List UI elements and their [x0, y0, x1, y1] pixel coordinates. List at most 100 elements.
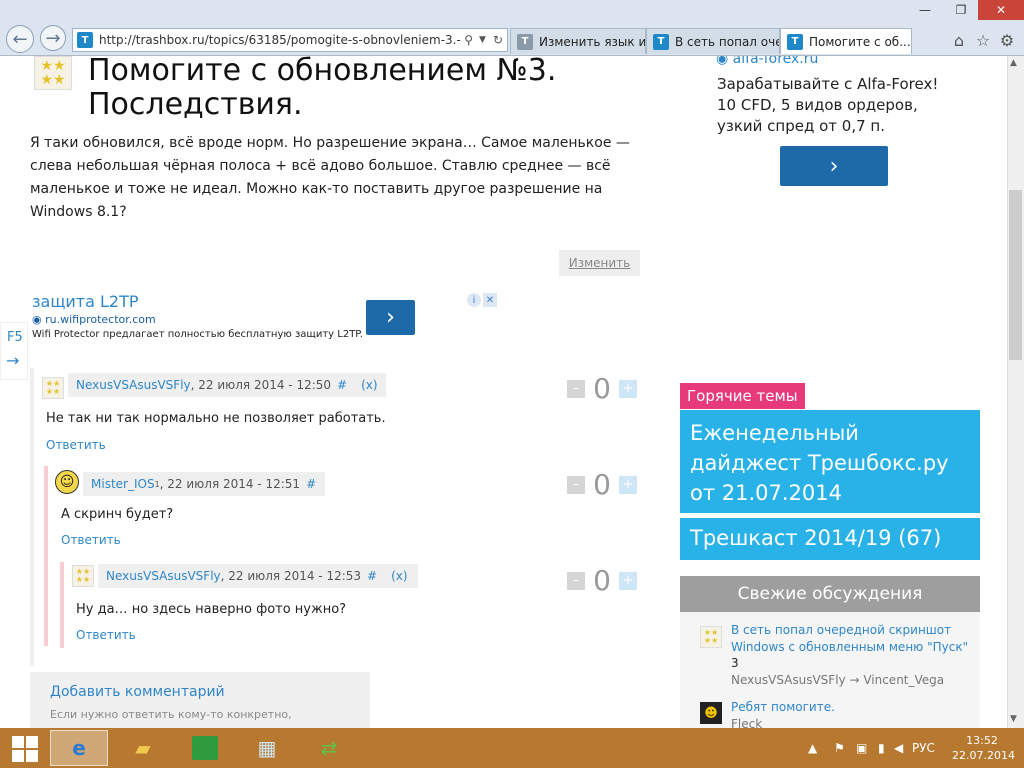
forward-icon: → — [45, 27, 61, 49]
comment-delete[interactable]: (x) — [391, 569, 407, 583]
tab-favicon: T — [653, 33, 669, 50]
sync-app-icon[interactable]: ⇄ — [300, 730, 358, 766]
f5-label[interactable]: F5 — [7, 330, 23, 345]
hot-topic-item[interactable]: Трешкаст 2014/19 (67) — [680, 518, 980, 560]
refresh-icon[interactable]: ↻ — [489, 33, 507, 47]
ad-go-button[interactable]: › — [366, 300, 415, 335]
comment-author[interactable]: NexusVSAsusVSFly — [76, 378, 191, 392]
close-window-button[interactable]: ✕ — [978, 0, 1024, 20]
fresh-item-title[interactable]: Ребят помогите. — [731, 699, 835, 716]
fresh-item-count: 3 — [731, 656, 739, 670]
tab-1[interactable]: T Изменить язык и... — [510, 28, 646, 54]
tab-favicon: T — [787, 33, 803, 50]
ad-url[interactable]: ◉ ru.wifiprotector.com — [32, 313, 156, 326]
ad-title[interactable]: защита L2TP — [32, 292, 139, 311]
forward-button[interactable]: → — [40, 25, 66, 51]
control-panel-icon[interactable]: ▦ — [238, 730, 296, 766]
url-text: http://trashbox.ru/topics/63185/pomogite… — [99, 33, 462, 47]
file-explorer-icon[interactable]: ▰ — [114, 730, 172, 766]
tray-app-icon[interactable]: ▣ — [856, 741, 867, 755]
arrow-right-icon[interactable]: → — [6, 351, 19, 370]
vote-up-button[interactable]: + — [619, 379, 637, 398]
ad-url-text[interactable]: ru.wifiprotector.com — [45, 313, 156, 326]
windows-store-icon[interactable] — [176, 730, 234, 766]
hot-topic-item[interactable]: Еженедельный дайджест Трешбокс.ру от 21.… — [680, 413, 980, 513]
comment-author[interactable]: NexusVSAsusVSFly — [106, 569, 221, 583]
info-icon[interactable]: i — [467, 293, 481, 307]
right-ad-line: Зарабатывайте с Alfa-Forex! — [717, 75, 939, 93]
back-button[interactable]: ← — [6, 25, 34, 53]
scroll-up-icon[interactable]: ▲ — [1010, 58, 1017, 68]
tab-favicon: T — [517, 33, 533, 50]
address-bar[interactable]: T http://trashbox.ru/topics/63185/pomogi… — [72, 28, 508, 52]
vote-score: 0 — [593, 372, 611, 405]
reply-link[interactable]: Ответить — [61, 533, 121, 547]
settings-gear-icon[interactable]: ⚙ — [996, 30, 1018, 50]
language-indicator[interactable]: РУС — [912, 741, 935, 755]
clock[interactable]: 13:52 22.07.2014 — [952, 733, 1015, 763]
right-ad-go-button[interactable]: › — [780, 146, 888, 186]
clock-date: 22.07.2014 — [952, 749, 1015, 762]
comment-permalink[interactable]: # — [337, 378, 347, 392]
side-refresh-nav[interactable]: F5 → — [0, 322, 28, 380]
ad-choices[interactable]: i ✕ — [467, 293, 497, 307]
windows-start-icon[interactable] — [12, 736, 38, 762]
page-content: ★★ ★★ Помогите с обновлением №3. Последст… — [0, 56, 1007, 728]
ad-description: Wifi Protector предлагает полностью бесп… — [32, 329, 363, 340]
vertical-scrollbar[interactable] — [1007, 56, 1024, 728]
vote-up-button[interactable]: + — [619, 475, 637, 494]
volume-icon[interactable]: ◀ — [894, 741, 903, 755]
action-center-flag-icon[interactable]: ⚑ — [834, 741, 845, 755]
right-ad-line: 10 CFD, 5 видов ордеров, — [717, 96, 918, 114]
vote-down-button[interactable]: – — [567, 475, 585, 494]
avatar: ★★ ★★ — [700, 626, 722, 648]
search-icon[interactable]: ⚲ — [461, 33, 476, 47]
scroll-down-icon[interactable]: ▼ — [1010, 714, 1017, 724]
thread-line — [44, 466, 48, 646]
right-ad-url-text[interactable]: alfa-forex.ru — [733, 56, 819, 67]
comment-date: , 22 июля 2014 - 12:53 — [220, 569, 362, 583]
avatar: ★★ ★★ — [42, 377, 64, 399]
fresh-item-title[interactable]: В сеть попал очередной скриншот Windows … — [731, 622, 971, 656]
internet-explorer-icon[interactable]: e — [50, 730, 108, 766]
add-comment-link[interactable]: Добавить комментарий — [50, 684, 225, 700]
home-icon[interactable]: ⌂ — [948, 30, 970, 50]
chevron-right-icon: › — [829, 153, 839, 179]
tab-label: Помогите с об... — [809, 34, 911, 49]
reply-link[interactable]: Ответить — [76, 628, 136, 642]
comment-author[interactable]: Mister_IOS — [91, 477, 155, 491]
back-icon: ← — [12, 28, 28, 50]
topic-avatar: ★★ ★★ — [34, 56, 72, 90]
comment-delete[interactable]: (x) — [361, 378, 377, 392]
scrollbar-thumb[interactable] — [1009, 190, 1022, 360]
favorites-icon[interactable]: ☆ — [972, 30, 994, 50]
tray-expand-icon[interactable]: ▲ — [808, 741, 817, 755]
comment-header: NexusVSAsusVSFly , 22 июля 2014 - 12:53 … — [98, 564, 418, 588]
vote-down-button[interactable]: – — [567, 571, 585, 590]
hot-topics-title: Горячие темы — [680, 383, 805, 409]
thread-line — [30, 368, 34, 666]
chevron-down-icon[interactable]: ▼ — [476, 35, 489, 45]
reply-link[interactable]: Ответить — [46, 438, 106, 452]
globe-icon: ◉ — [32, 313, 42, 326]
network-icon[interactable]: ▮ — [878, 741, 885, 755]
comment-permalink[interactable]: # — [306, 477, 316, 491]
right-ad-url[interactable]: ◉ alfa-forex.ru — [716, 56, 818, 67]
comment-permalink[interactable]: # — [367, 569, 377, 583]
tab-3-active[interactable]: T Помогите с об... × — [780, 28, 912, 54]
thread-line — [60, 562, 64, 648]
vote-up-button[interactable]: + — [619, 571, 637, 590]
fresh-item-meta[interactable]: Fleck — [731, 717, 762, 728]
close-icon[interactable]: ✕ — [483, 293, 497, 307]
fresh-item-meta[interactable]: NexusVSAsusVSFly → Vincent_Vega — [731, 673, 944, 687]
minimize-button[interactable]: — — [908, 0, 942, 20]
post-body: Я таки обновился, всё вроде норм. Но раз… — [30, 135, 630, 220]
comment-text: Не так ни так нормально не позволяет раб… — [46, 411, 386, 426]
tab-2[interactable]: T В сеть попал оче... — [646, 28, 780, 54]
maximize-button[interactable]: ❐ — [944, 0, 978, 20]
vote-down-button[interactable]: – — [567, 379, 585, 398]
edit-button[interactable]: Изменить — [559, 250, 640, 276]
vote-widget: – 0 + — [567, 468, 637, 501]
tab-close-icon[interactable]: × — [911, 34, 912, 50]
tab-label: В сеть попал оче... — [675, 34, 779, 49]
